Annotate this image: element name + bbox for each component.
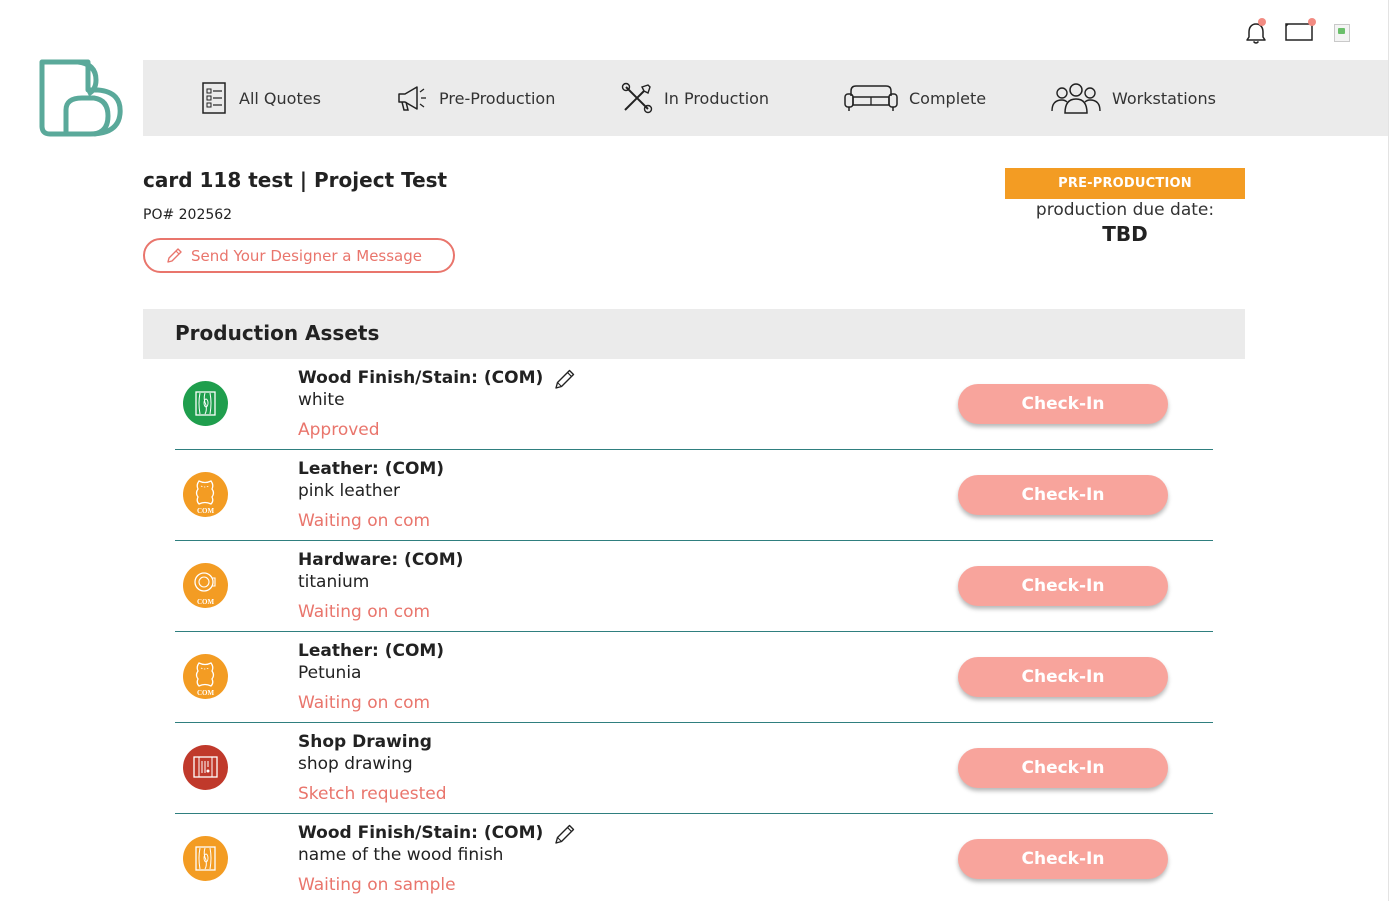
asset-row: Wood Finish/Stain: (COM) name of the wood… [175,814,1213,905]
check-in-button[interactable]: Check-In [958,566,1168,606]
messages-icon[interactable] [1284,18,1318,46]
people-group-icon [1051,83,1101,114]
due-date-label: production due date: [1035,200,1215,220]
nav-all-quotes-label: All Quotes [239,88,321,108]
asset-name: Leather: (COM) [298,641,445,661]
asset-value: pink leather [298,481,401,501]
asset-status: Approved [298,420,380,440]
megaphone-icon [398,86,426,111]
leather-hide-icon: COM [183,654,228,699]
assets-title: Production Assets [175,321,380,345]
nav-complete[interactable]: Complete [843,60,986,136]
svg-text:COM: COM [197,689,215,697]
notification-dot [1258,18,1266,26]
asset-status: Waiting on com [298,602,431,622]
shop-drawing-icon [183,745,228,790]
asset-status: Waiting on com [298,511,431,531]
asset-value: titanium [298,572,370,592]
asset-row: COM Leather: (COM) Petunia Waiting on com Ch… [175,632,1213,723]
asset-status: Waiting on com [298,693,431,713]
svg-text:COM: COM [197,507,215,515]
quotes-list-icon [202,82,226,114]
page-title: card 118 test | Project Test [143,168,448,192]
wood-grain-icon [183,836,228,881]
tools-icon [621,82,653,114]
leather-hide-icon: COM [183,472,228,517]
asset-value: Petunia [298,663,362,683]
asset-row: Shop Drawing shop drawing Sketch requested… [175,723,1213,814]
check-in-button[interactable]: Check-In [958,748,1168,788]
wood-grain-icon [183,381,228,426]
svg-text:COM: COM [197,598,215,606]
asset-name: Wood Finish/Stain: (COM) [298,823,544,843]
notifications-bell-icon[interactable] [1240,18,1274,46]
nav-pre-production-label: Pre-Production [439,88,556,108]
asset-status: Sketch requested [298,784,447,804]
check-in-button[interactable]: Check-In [958,839,1168,879]
po-number: PO# 202562 [143,207,233,223]
asset-name: Wood Finish/Stain: (COM) [298,368,544,388]
asset-row: COM Leather: (COM) pink leather Waiting on … [175,450,1213,541]
nav-all-quotes[interactable]: All Quotes [199,60,321,136]
page-edge-divider [1388,0,1389,901]
nav-complete-label: Complete [909,88,987,108]
nav-workstations[interactable]: Workstations [1050,60,1216,136]
send-message-label: Send Your Designer a Message [191,246,422,265]
asset-status: Waiting on sample [298,875,456,895]
main-nav: All Quotes Pre-Production In Production [143,60,1388,136]
sofa-icon [844,85,898,111]
asset-row: COM Hardware: (COM) titanium Waiting on com… [175,541,1213,632]
hardware-knob-icon: COM [183,563,228,608]
assets-header: Production Assets [143,309,1245,359]
nav-in-production-label: In Production [664,88,770,108]
send-message-button[interactable]: Send Your Designer a Message [143,238,455,273]
due-date-value: TBD [1102,222,1148,246]
check-in-button[interactable]: Check-In [958,657,1168,697]
edit-pencil-icon[interactable] [553,367,577,391]
check-in-button[interactable]: Check-In [958,475,1168,515]
nav-pre-production[interactable]: Pre-Production [395,60,555,136]
status-badge: PRE-PRODUCTION [1005,168,1245,199]
nav-workstations-label: Workstations [1112,88,1216,108]
pencil-icon [167,247,182,263]
nav-in-production[interactable]: In Production [620,60,769,136]
asset-name: Hardware: (COM) [298,550,464,570]
asset-name: Shop Drawing [298,732,432,752]
asset-value: white [298,390,345,410]
asset-value: name of the wood finish [298,845,504,865]
top-icon-bar [1240,18,1360,48]
message-dot [1308,18,1316,26]
asset-name: Leather: (COM) [298,459,445,479]
asset-row: Wood Finish/Stain: (COM) white Approved Che… [175,359,1213,450]
user-avatar[interactable] [1334,24,1350,42]
check-in-button[interactable]: Check-In [958,384,1168,424]
asset-value: shop drawing [298,754,413,774]
app-logo[interactable] [38,58,126,140]
edit-pencil-icon[interactable] [553,822,577,846]
